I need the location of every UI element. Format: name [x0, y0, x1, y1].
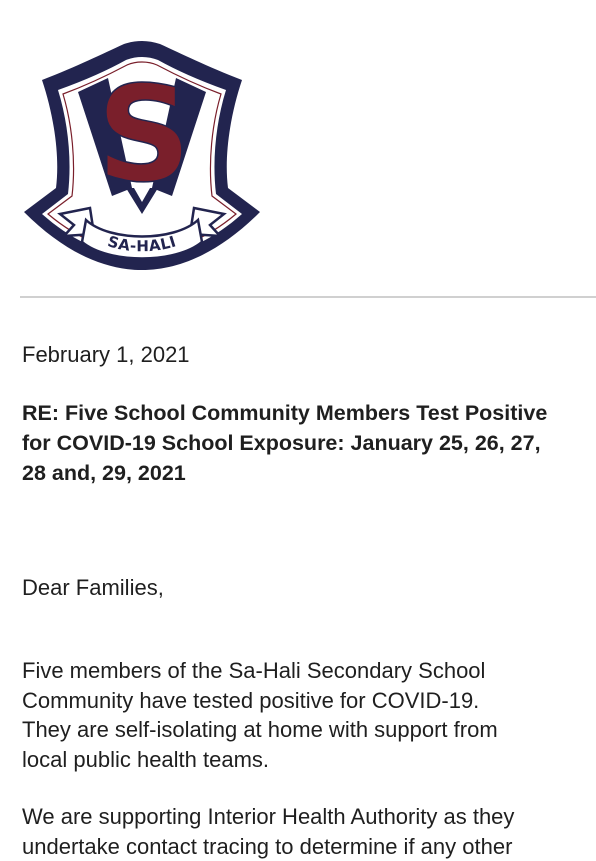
paragraph-line: local public health teams.	[22, 745, 498, 775]
letter-paragraph-2: We are supporting Interior Health Author…	[22, 802, 514, 861]
paragraph-line: They are self-isolating at home with sup…	[22, 715, 498, 745]
crest-letter-s: S	[96, 58, 191, 212]
header-divider	[20, 296, 596, 298]
sa-hali-crest-logo: S SA-HALI	[20, 38, 264, 274]
subject-line: RE: Five School Community Members Test P…	[22, 398, 547, 428]
subject-line: for COVID-19 School Exposure: January 25…	[22, 428, 547, 458]
paragraph-line: undertake contact tracing to determine i…	[22, 832, 514, 861]
letter-paragraph-1: Five members of the Sa-Hali Secondary Sc…	[22, 656, 498, 774]
letter-subject: RE: Five School Community Members Test P…	[22, 398, 547, 488]
subject-line: 28 and, 29, 2021	[22, 458, 547, 488]
paragraph-line: Community have tested positive for COVID…	[22, 686, 498, 716]
paragraph-line: Five members of the Sa-Hali Secondary Sc…	[22, 656, 498, 686]
letter-date: February 1, 2021	[22, 340, 190, 370]
paragraph-line: We are supporting Interior Health Author…	[22, 802, 514, 832]
letter-salutation: Dear Families,	[22, 573, 164, 603]
